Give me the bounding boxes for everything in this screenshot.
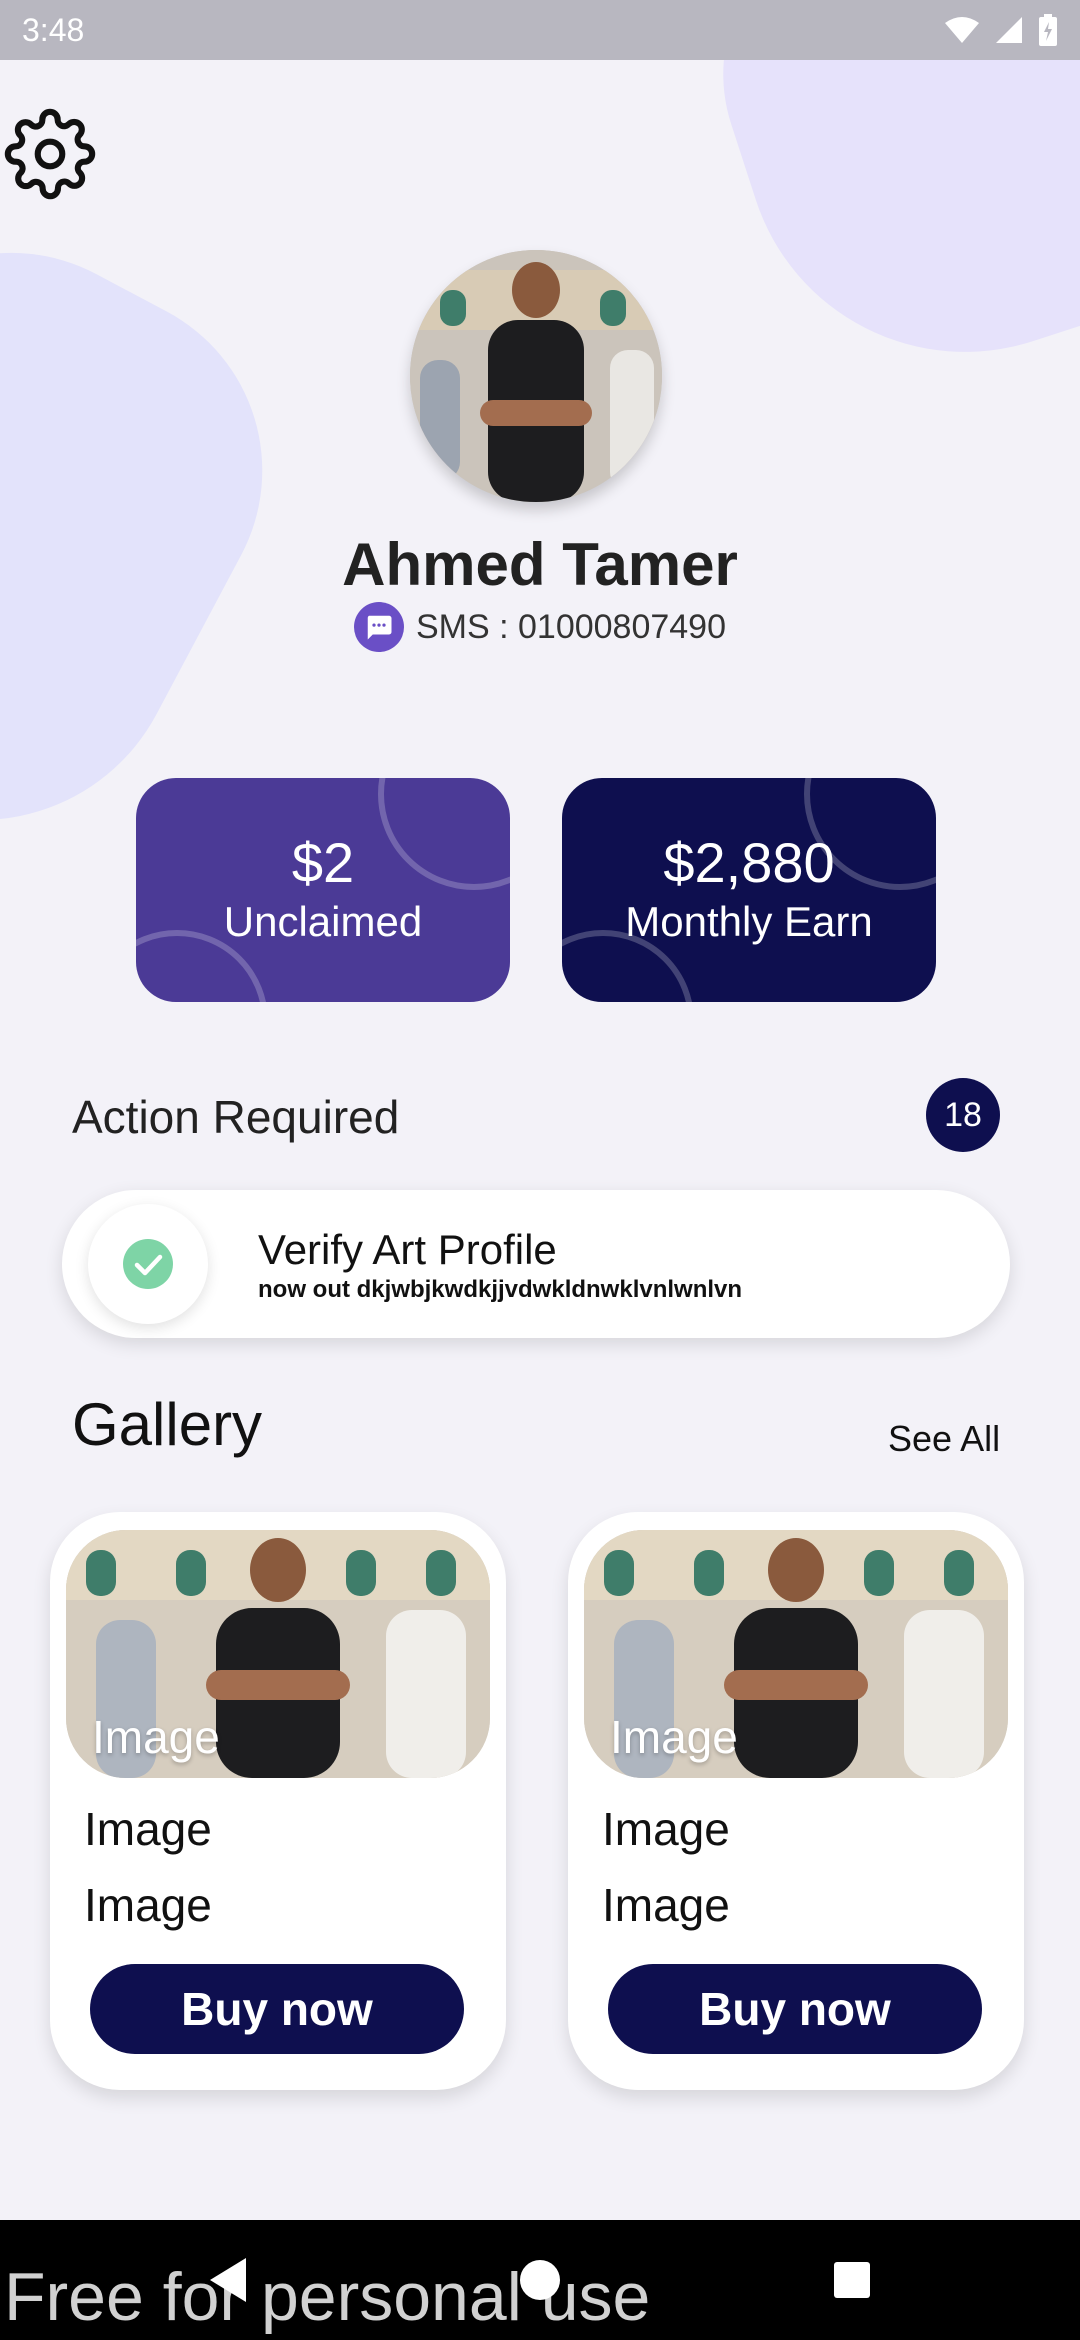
monthly-earn-card[interactable]: $2,880 Monthly Earn (562, 778, 936, 1002)
monthly-earn-label: Monthly Earn (625, 898, 873, 945)
battery-icon (1039, 14, 1057, 46)
navigation-bar (0, 2220, 1080, 2340)
gallery-item-title: Image (602, 1803, 730, 1855)
status-time: 3:48 (22, 11, 85, 48)
home-circle-icon (520, 2260, 560, 2300)
background-blob (681, 0, 1080, 410)
gallery-title: Gallery (72, 1391, 263, 1458)
gallery-image-label: Image (610, 1711, 738, 1763)
settings-button[interactable] (0, 104, 100, 204)
gallery-image-label: Image (92, 1711, 220, 1763)
nav-home-button[interactable] (512, 2252, 568, 2308)
profile-name: Ahmed Tamer (342, 531, 738, 598)
action-required-title: Action Required (72, 1091, 400, 1143)
status-bar: 3:48 (0, 0, 1080, 60)
verify-profile-task[interactable]: Verify Art Profile now out dkjwbjkwdkjjv… (62, 1190, 1010, 1338)
buy-now-button[interactable]: Buy now (608, 1964, 982, 2054)
profile-screen: 3:48 Ahmed Tamer SMS : 01000807490 $2 Un… (0, 0, 1080, 2340)
gallery-item-title: Image (84, 1803, 212, 1855)
unclaimed-label: Unclaimed (223, 898, 423, 945)
task-check[interactable] (88, 1204, 208, 1324)
check-circle-icon (123, 1239, 173, 1289)
action-count-badge: 18 (926, 1078, 1000, 1152)
gallery-card[interactable]: Image Image Image Buy now (568, 1512, 1024, 2090)
gallery-card[interactable]: Image Image Image Buy now (50, 1512, 506, 2090)
gallery-item-subtitle: Image (84, 1879, 212, 1931)
sms-contact[interactable]: SMS : 01000807490 (0, 602, 1080, 652)
task-title: Verify Art Profile (258, 1226, 557, 1273)
recents-square-icon (834, 2262, 870, 2298)
message-icon (353, 602, 404, 652)
see-all-link[interactable]: See All (888, 1418, 1000, 1460)
signal-icon (996, 17, 1022, 43)
nav-back-button[interactable] (200, 2252, 256, 2308)
status-icons (944, 14, 1058, 46)
gear-icon (4, 108, 96, 200)
unclaimed-card[interactable]: $2 Unclaimed (136, 778, 510, 1002)
wifi-icon (945, 17, 979, 43)
avatar[interactable] (410, 250, 662, 502)
gallery-item-subtitle: Image (602, 1879, 730, 1931)
sms-number: SMS : 01000807490 (415, 607, 727, 646)
avatar-photo (410, 250, 662, 502)
gallery-image[interactable]: Image (584, 1530, 1008, 1778)
back-triangle-icon (210, 2258, 246, 2302)
buy-now-button[interactable]: Buy now (90, 1964, 464, 2054)
gallery-image[interactable]: Image (66, 1530, 490, 1778)
nav-recents-button[interactable] (824, 2252, 880, 2308)
monthly-earn-value: $2,880 (663, 831, 835, 894)
unclaimed-value: $2 (291, 831, 355, 894)
task-subtitle: now out dkjwbjkwdkjjvdwkldnwklvnlwnlvn (258, 1276, 743, 1303)
